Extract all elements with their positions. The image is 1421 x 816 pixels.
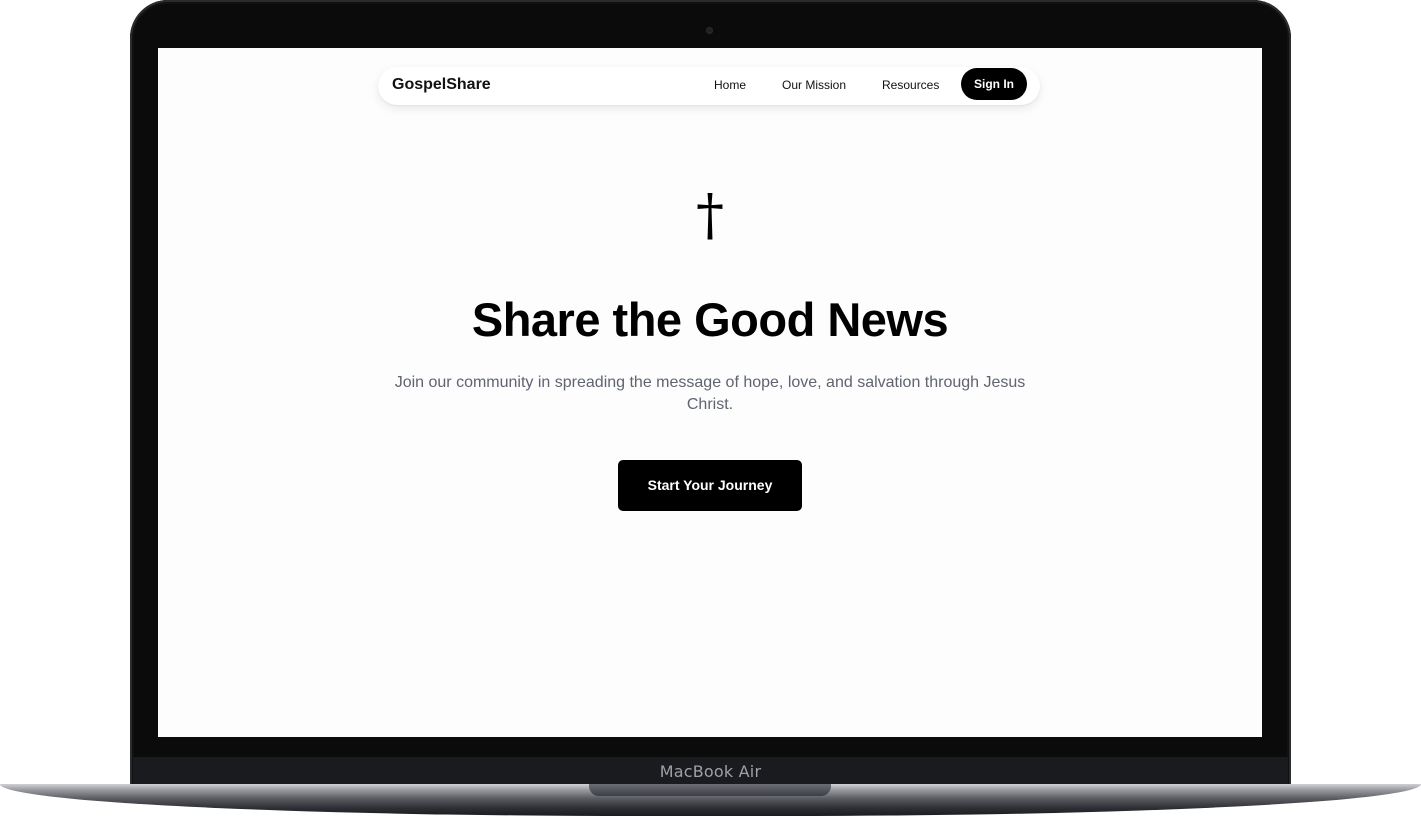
sign-in-button[interactable]: Sign In	[961, 68, 1027, 100]
start-journey-button[interactable]: Start Your Journey	[618, 460, 802, 511]
navbar: GospelShare Home Our Mission Resources S…	[378, 67, 1040, 105]
laptop-notch	[589, 784, 831, 796]
hero-headline: Share the Good News	[471, 293, 949, 346]
nav-link-resources[interactable]: Resources	[882, 78, 939, 92]
device-label: MacBook Air	[659, 762, 762, 781]
screen: GospelShare Home Our Mission Resources S…	[158, 48, 1262, 737]
hero-subtitle: Join our community in spreading the mess…	[394, 374, 1026, 413]
brand-logo[interactable]: GospelShare	[392, 76, 491, 94]
nav-link-our-mission[interactable]: Our Mission	[782, 78, 846, 92]
cross-icon: †	[696, 183, 724, 248]
nav-link-home[interactable]: Home	[714, 78, 746, 92]
camera-icon	[706, 27, 713, 34]
